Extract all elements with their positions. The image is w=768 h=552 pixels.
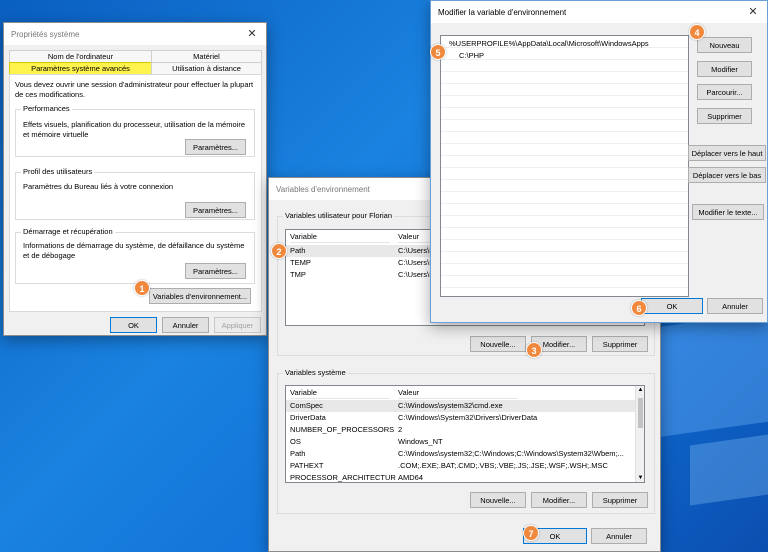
- scroll-up-icon[interactable]: ▲: [636, 387, 645, 393]
- close-icon[interactable]: ✕: [745, 4, 761, 20]
- step-badge-7: 7: [523, 525, 539, 541]
- step-badge-2: 2: [271, 243, 287, 259]
- row-variable-name: ComSpec: [290, 401, 323, 410]
- step-badge-1: 1: [134, 280, 150, 296]
- system-properties-titlebar: Propriétés système ✕: [4, 23, 266, 45]
- edit-variable-window: Modifier la variable d'environnement ✕ %…: [430, 0, 768, 323]
- edit-text-button[interactable]: Modifier le texte...: [692, 204, 764, 220]
- environment-variables-button[interactable]: Variables d'environnement...: [149, 288, 251, 304]
- startup-recovery-settings-button[interactable]: Paramètres...: [185, 263, 246, 279]
- ok-button[interactable]: OK: [641, 298, 703, 314]
- entry-row-lines: [441, 36, 688, 296]
- edit-entry-button[interactable]: Modifier: [697, 61, 752, 77]
- scroll-down-icon[interactable]: ▼: [636, 475, 645, 481]
- performance-description: Effets visuels, planification du process…: [23, 120, 246, 139]
- step-badge-6: 6: [631, 300, 647, 316]
- move-up-button[interactable]: Déplacer vers le haut: [688, 145, 766, 161]
- column-header-variable[interactable]: Variable: [290, 230, 390, 243]
- row-variable-name[interactable]: DriverData: [290, 412, 396, 424]
- performance-settings-button[interactable]: Paramètres...: [185, 139, 246, 155]
- system-delete-button[interactable]: Supprimer: [592, 492, 648, 508]
- cancel-button[interactable]: Annuler: [707, 298, 763, 314]
- window-title: Variables d'environnement: [276, 184, 370, 194]
- window-title: Propriétés système: [11, 29, 80, 39]
- ok-button[interactable]: OK: [110, 317, 157, 333]
- system-new-button[interactable]: Nouvelle...: [470, 492, 526, 508]
- row-variable-name: Path: [290, 246, 306, 255]
- group-title: Variables utilisateur pour Florian: [283, 211, 394, 220]
- step-badge-5: 5: [430, 44, 446, 60]
- cancel-button[interactable]: Annuler: [591, 528, 647, 544]
- column-header-variable[interactable]: Variable: [290, 386, 390, 399]
- row-variable-name[interactable]: OS: [290, 436, 396, 448]
- move-down-button[interactable]: Déplacer vers le bas: [688, 167, 766, 183]
- user-new-button[interactable]: Nouvelle...: [470, 336, 526, 352]
- row-variable-name[interactable]: TMP: [290, 269, 390, 281]
- row-variable-value: C:\Windows\system32;C:\Windows;C:\Window…: [398, 449, 624, 458]
- row-variable-name[interactable]: NUMBER_OF_PROCESSORS: [290, 424, 396, 436]
- close-icon[interactable]: ✕: [244, 26, 260, 42]
- window-title: Modifier la variable d'environnement: [438, 7, 567, 17]
- cancel-button[interactable]: Annuler: [162, 317, 209, 333]
- delete-entry-button[interactable]: Supprimer: [697, 108, 752, 124]
- row-variable-value: .COM;.EXE;.BAT;.CMD;.VBS;.VBE;.JS;.JSE;.…: [398, 461, 608, 470]
- admin-note: Vous devez ouvrir une session d'administ…: [15, 80, 254, 99]
- column-header-value[interactable]: Valeur: [398, 386, 518, 399]
- group-title: Performances: [21, 104, 72, 113]
- apply-button[interactable]: Appliquer: [214, 317, 261, 333]
- row-variable-name[interactable]: TEMP: [290, 257, 390, 269]
- row-variable-value: 2: [398, 425, 403, 434]
- user-delete-button[interactable]: Supprimer: [592, 336, 648, 352]
- startup-recovery-description: Informations de démarrage du système, de…: [23, 241, 245, 260]
- list-item[interactable]: C:\PHP: [459, 50, 609, 62]
- row-variable-value: AMD64: [398, 473, 424, 482]
- new-entry-button[interactable]: Nouveau: [697, 37, 752, 53]
- step-badge-4: 4: [689, 24, 705, 40]
- list-item[interactable]: %USERPROFILE%\AppData\Local\Microsoft\Wi…: [449, 38, 687, 50]
- edit-variable-titlebar: Modifier la variable d'environnement ✕: [431, 1, 767, 23]
- scrollbar[interactable]: ▲ ▼: [635, 386, 644, 482]
- row-variable-value: Windows_NT: [398, 437, 443, 446]
- browse-button[interactable]: Parcourir...: [697, 84, 752, 100]
- user-profiles-settings-button[interactable]: Paramètres...: [185, 202, 246, 218]
- row-variable-value: C:\Windows\System32\Drivers\DriverData: [398, 413, 538, 422]
- row-variable-value: C:\Windows\system32\cmd.exe: [398, 401, 503, 410]
- group-title: Variables système: [283, 368, 348, 377]
- system-variables-list[interactable]: Variable Valeur ComSpec C:\Windows\syste…: [285, 385, 645, 483]
- row-variable-name[interactable]: PROCESSOR_ARCHITECTURE: [290, 472, 396, 484]
- group-title: Démarrage et récupération: [21, 227, 115, 236]
- wallpaper-light-pane: [650, 311, 768, 439]
- group-title: Profil des utilisateurs: [21, 167, 95, 176]
- wallpaper-light-pane: [690, 434, 768, 506]
- scrollbar-thumb[interactable]: [638, 398, 643, 428]
- row-variable-name[interactable]: PATHEXT: [290, 460, 396, 472]
- row-variable-name[interactable]: Path: [290, 448, 396, 460]
- user-profiles-description: Paramètres du Bureau liés à votre connex…: [23, 182, 174, 191]
- step-badge-3: 3: [526, 342, 542, 358]
- system-edit-button[interactable]: Modifier...: [531, 492, 587, 508]
- path-entries-list[interactable]: %USERPROFILE%\AppData\Local\Microsoft\Wi…: [440, 35, 689, 297]
